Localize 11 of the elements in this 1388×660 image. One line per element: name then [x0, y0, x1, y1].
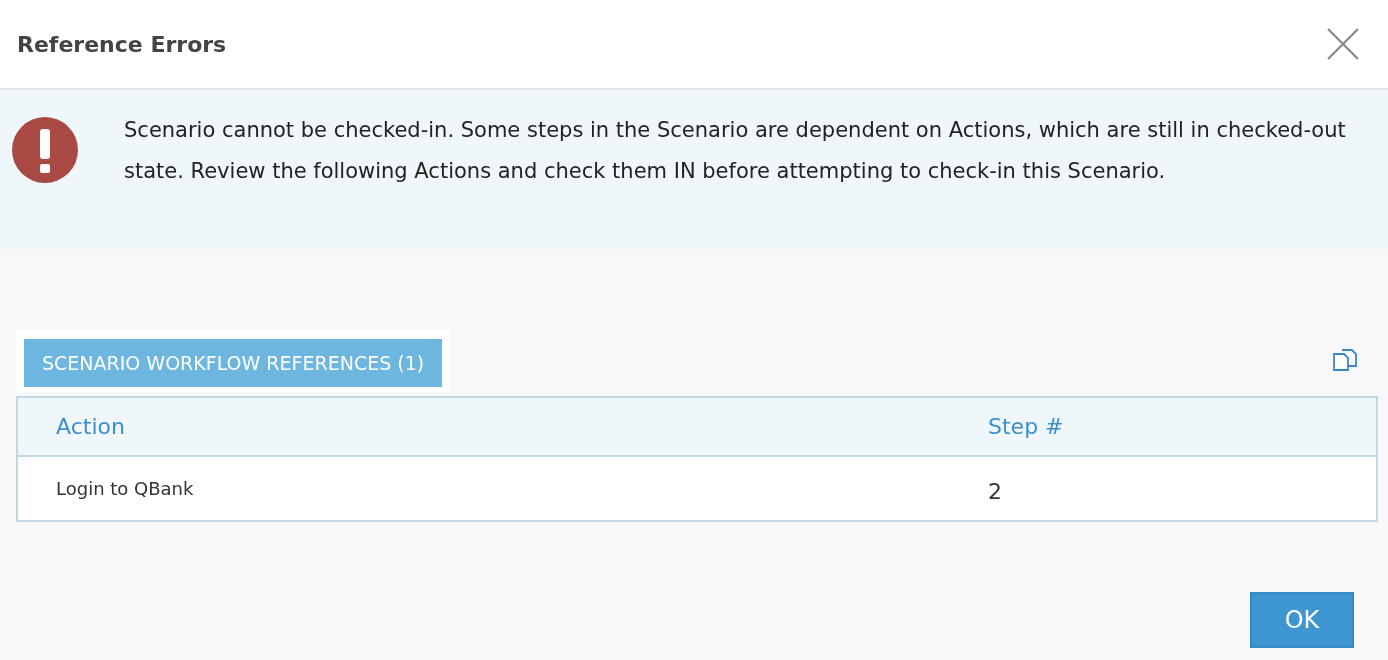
table-cell: Login to QBank — [17, 456, 988, 521]
error-icon — [11, 116, 79, 184]
close-icon[interactable] — [1326, 27, 1360, 61]
ok-button[interactable]: OK — [1250, 592, 1354, 648]
column-header: Action — [17, 397, 988, 456]
dialog-title: Reference Errors — [17, 31, 227, 57]
column-header: Step # — [988, 397, 1377, 456]
copy-icon[interactable] — [1332, 348, 1360, 374]
table-cell: 2 — [988, 456, 1377, 521]
alert-message: Scenario cannot be checked-in. Some steps in the Scenario are dependent on Actions, which are still in checked-out state. Review the following Actions and check them IN before attempting to check-in this Scenario. — [124, 117, 1347, 185]
tab[interactable]: SCENARIO WORKFLOW REFERENCES (1) — [24, 339, 443, 387]
